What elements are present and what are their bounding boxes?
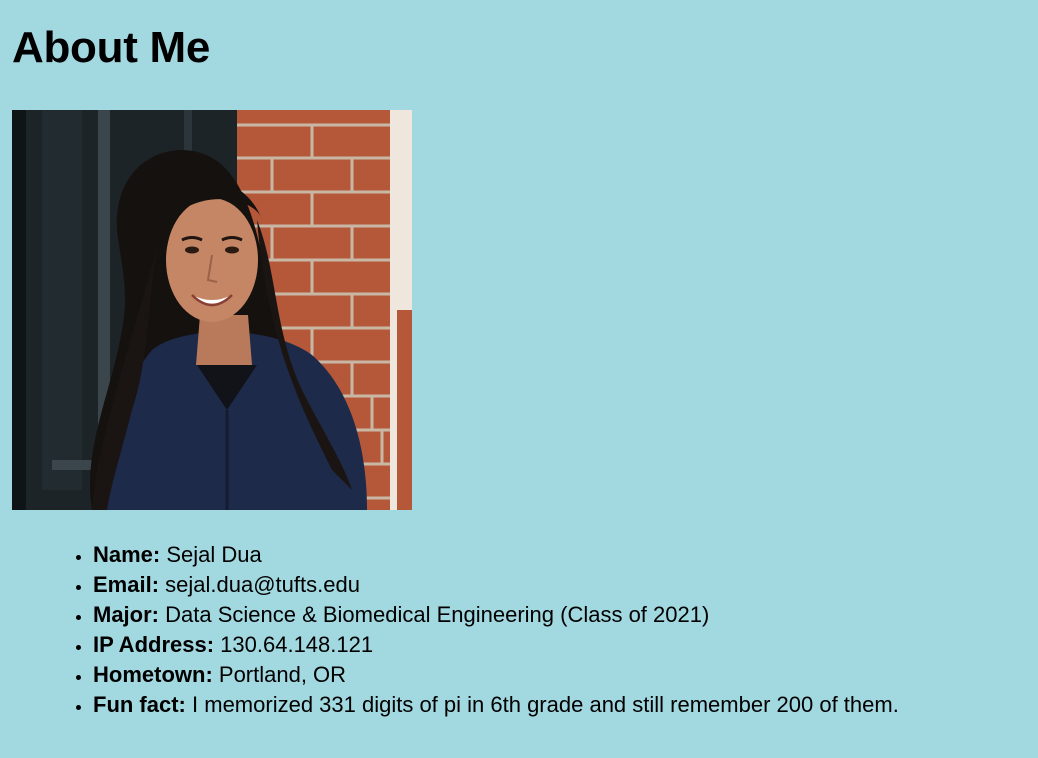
- fact-label: Email:: [93, 572, 160, 597]
- list-item-email: Email: sejal.dua@tufts.edu: [93, 570, 899, 600]
- list-item-fun-fact: Fun fact: I memorized 331 digits of pi i…: [93, 690, 899, 720]
- fact-value: Data Science & Biomedical Engineering (C…: [165, 602, 710, 627]
- about-facts-list: Name: Sejal Dua Email: sejal.dua@tufts.e…: [52, 540, 899, 720]
- fact-label: Hometown:: [93, 662, 213, 687]
- list-item-hometown: Hometown: Portland, OR: [93, 660, 899, 690]
- fact-label: IP Address:: [93, 632, 215, 657]
- fact-value: Sejal Dua: [166, 542, 262, 567]
- fact-value: I memorized 331 digits of pi in 6th grad…: [192, 692, 899, 717]
- fact-label: Name:: [93, 542, 161, 567]
- fact-label: Major:: [93, 602, 159, 627]
- about-me-page: About Me • Name: Sejal Dua • Email: seja…: [0, 0, 1038, 758]
- list-item-ip-address: IP Address: 130.64.148.121: [93, 630, 899, 660]
- profile-photo: [12, 110, 412, 510]
- list-item-name: Name: Sejal Dua: [93, 540, 899, 570]
- fact-value: Portland, OR: [218, 662, 347, 687]
- fact-value: 130.64.148.121: [220, 632, 374, 657]
- fact-label: Fun fact:: [93, 692, 186, 717]
- page-title: About Me: [12, 23, 211, 72]
- list-item-major: Major: Data Science & Biomedical Enginee…: [93, 600, 899, 630]
- fact-value: sejal.dua@tufts.edu: [165, 572, 360, 597]
